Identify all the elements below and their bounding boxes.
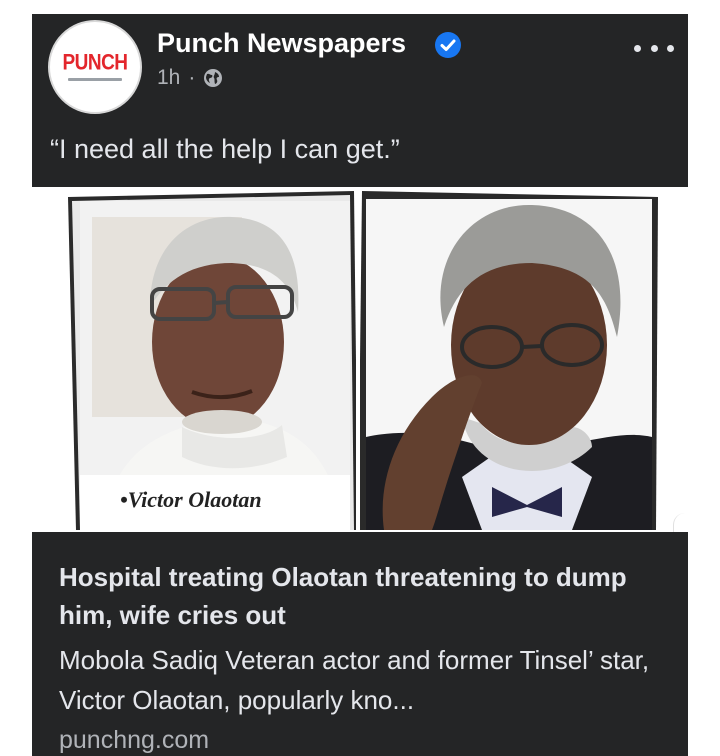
verified-badge-icon [435, 32, 461, 58]
meta-separator: · [188, 66, 196, 89]
page-name-link[interactable]: Punch Newspapers [157, 28, 406, 59]
post-card: PUNCH Punch Newspapers 1h · “I need all … [32, 14, 688, 756]
photo-collage [32, 187, 688, 532]
link-preview[interactable]: Hospital treating Olaotan threatening to… [32, 532, 688, 756]
link-summary: Mobola Sadiq Veteran actor and former Ti… [59, 645, 650, 715]
logo-tagline-mark [68, 78, 122, 81]
dot [667, 44, 674, 52]
post-meta: 1h · [157, 66, 223, 90]
punch-logo: PUNCH [62, 51, 128, 76]
more-options-icon[interactable] [634, 36, 674, 60]
post-photo[interactable]: •Victor Olaotan [32, 187, 688, 699]
dot [634, 44, 641, 52]
post-header: PUNCH Punch Newspapers 1h · [32, 14, 688, 124]
left-portrait [68, 191, 358, 530]
link-domain: punchng.com [59, 726, 210, 754]
dot [650, 44, 658, 52]
right-portrait [358, 191, 658, 530]
globe-icon [204, 69, 223, 87]
post-text: “I need all the help I can get.” [50, 134, 400, 164]
post-timestamp[interactable]: 1h [157, 66, 180, 90]
link-headline[interactable]: Hospital treating Olaotan threatening to… [59, 558, 659, 634]
photo-caption: •Victor Olaotan [120, 487, 262, 512]
page-avatar[interactable]: PUNCH [48, 20, 142, 114]
